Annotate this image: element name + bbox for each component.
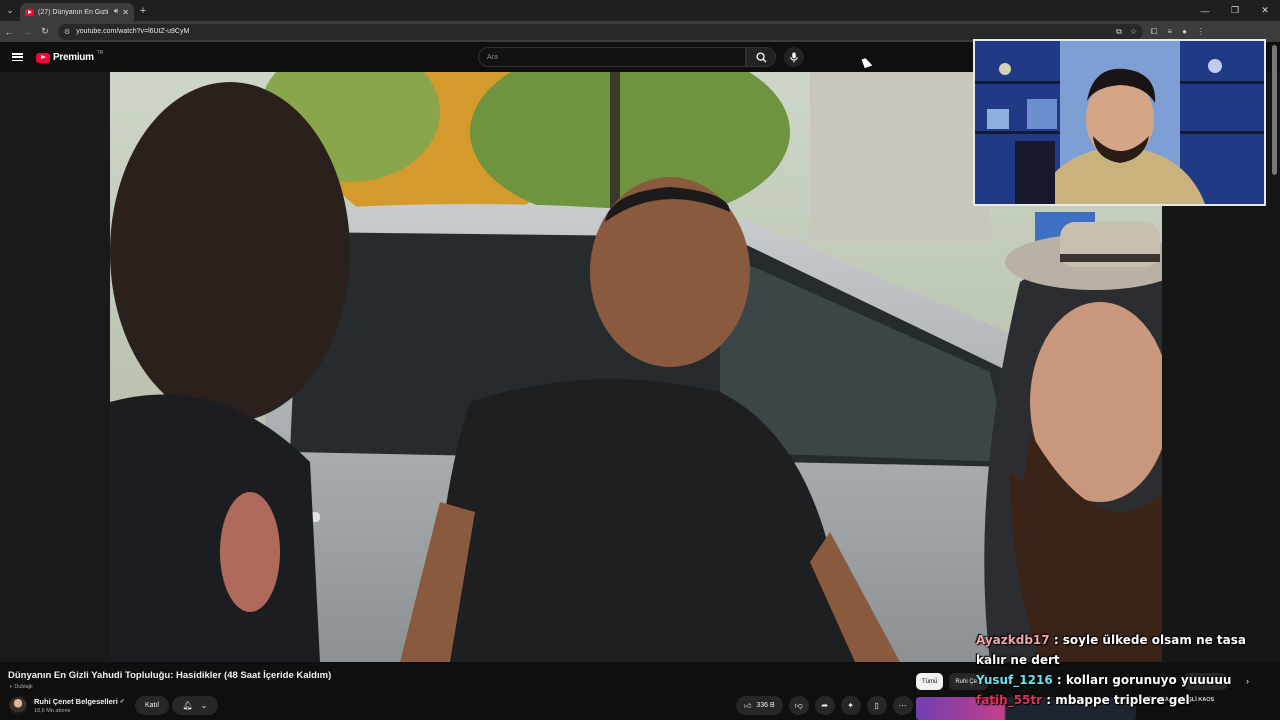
chat-message: Yusuf_1216 : kolları gorunuyo yuuuuu <box>976 670 1276 690</box>
player-letterbox-left <box>0 72 110 662</box>
extensions-puzzle-icon[interactable]: ⧠ <box>1151 27 1157 37</box>
minimize-icon[interactable]: — <box>1190 0 1220 21</box>
forward-arrow-icon[interactable]: → <box>18 21 36 42</box>
reload-icon[interactable]: ↻ <box>36 21 54 42</box>
tab-search-chevron-icon[interactable]: ⌄ <box>0 0 20 21</box>
save-button[interactable]: ▯ <box>866 696 887 715</box>
back-arrow-icon[interactable]: ← <box>0 21 18 42</box>
stream-chat-overlay: Ayazkdb17 : soyle ülkede olsam ne tasa k… <box>976 630 1276 710</box>
thumbs-down-icon: 👎︎ <box>794 700 803 710</box>
chat-username: Ayazkdb17 <box>976 633 1050 647</box>
chat-username: Yusuf_1216 <box>976 673 1053 687</box>
window-controls: — ❐ ✕ <box>1190 0 1280 21</box>
browser-tab-bar: ⌄ (27) Dünyanın En Gizli Yahu... 🔊︎ ✕ + … <box>0 0 1280 21</box>
channel-name: Ruhi Çenet Belgeselleri <box>34 697 118 706</box>
extensions-area: ⧠ ≡ ● ⋮ <box>1151 27 1205 37</box>
youtube-favicon-icon <box>25 8 34 16</box>
dubbed-label: Dublajlı <box>14 684 33 690</box>
channel-name-link[interactable]: Ruhi Çenet Belgeselleri ✔︎ <box>34 697 125 706</box>
restore-icon[interactable]: ❐ <box>1220 0 1250 21</box>
logo-text: Premium <box>53 52 94 63</box>
search-icon <box>755 51 767 63</box>
ask-ai-button[interactable]: ✦ <box>840 696 861 715</box>
channel-avatar[interactable] <box>9 697 27 715</box>
tab-title: (27) Dünyanın En Gizli Yahu... <box>38 8 110 16</box>
like-count: 336 B <box>756 702 775 709</box>
youtube-logo-icon <box>36 52 50 63</box>
screen: ⌄ (27) Dünyanın En Gizli Yahu... 🔊︎ ✕ + … <box>0 0 1280 720</box>
chat-username: fatih_55tr <box>976 693 1043 707</box>
dubbed-audio-icon: ◖ <box>9 684 13 690</box>
media-controls-icon[interactable]: ≡ <box>1167 27 1172 37</box>
streamer-webcam-image <box>975 41 1264 204</box>
more-horizontal-icon: ⋯ <box>898 701 907 710</box>
search-input[interactable]: Ara <box>478 47 746 67</box>
subscription-bell-button[interactable]: 🔔︎ ⌄ <box>172 696 218 715</box>
share-arrow-icon: ➦ <box>821 701 828 710</box>
browser-menu-icon[interactable]: ⋮ <box>1197 27 1205 37</box>
video-actions: 👍︎ 336 B 👎︎ ➦ ✦ ▯ ⋯ <box>736 696 913 715</box>
chat-message: fatih_55tr : mbappe triplere gel <box>976 690 1276 710</box>
chat-message: Ayazkdb17 : soyle ülkede olsam ne tasa k… <box>976 630 1276 670</box>
close-window-icon[interactable]: ✕ <box>1250 0 1280 21</box>
search-button[interactable] <box>746 47 776 67</box>
page-scrollbar[interactable] <box>1272 45 1277 175</box>
microphone-icon <box>790 52 798 62</box>
verified-check-icon: ✔︎ <box>119 699 125 705</box>
join-button[interactable]: Katıl <box>135 696 169 715</box>
webcam-overlay <box>973 39 1266 206</box>
dislike-button[interactable]: 👎︎ <box>788 696 809 715</box>
voice-search-button[interactable] <box>784 47 804 67</box>
profile-icon[interactable]: ● <box>1182 27 1187 37</box>
more-actions-button[interactable]: ⋯ <box>892 696 913 715</box>
bell-icon: 🔔︎ <box>182 701 193 710</box>
chevron-down-icon: ⌄ <box>200 701 208 710</box>
dubbed-tag: ◖ Dublajlı <box>9 684 33 690</box>
bookmark-icon: ▯ <box>874 701 879 710</box>
like-button[interactable]: 👍︎ 336 B <box>736 696 783 715</box>
hamburger-menu-icon[interactable] <box>12 53 23 61</box>
close-tab-icon[interactable]: ✕ <box>122 8 129 17</box>
cast-icon[interactable]: ⧉ <box>1116 27 1122 37</box>
url-text: youtube.com/watch?v=l6UtZ-u9CyM <box>76 28 190 35</box>
youtube-premium-logo[interactable]: Premium TR <box>36 49 104 63</box>
chip-all[interactable]: Tümü <box>916 673 944 690</box>
new-tab-plus-icon[interactable]: + <box>134 5 152 17</box>
browser-tab[interactable]: (27) Dünyanın En Gizli Yahu... 🔊︎ ✕ <box>20 3 134 21</box>
chat-text: : kolları gorunuyo yuuuuu <box>1056 673 1232 687</box>
address-bar[interactable]: ⚙︎ youtube.com/watch?v=l6UtZ-u9CyM ⧉ ☆ <box>58 23 1143 40</box>
address-bar-actions: ⧉ ☆ <box>1116 27 1137 37</box>
speaker-icon[interactable]: 🔊︎ <box>114 8 118 16</box>
sparkle-icon: ✦ <box>847 701 854 710</box>
video-title: Dünyanın En Gizli Yahudi Topluluğu: Hasi… <box>8 670 332 681</box>
site-info-icon[interactable]: ⚙︎ <box>64 28 70 36</box>
logo-region: TR <box>96 49 104 56</box>
chat-text: : mbappe triplere gel <box>1046 693 1190 707</box>
share-button[interactable]: ➦ <box>814 696 835 715</box>
bookmark-star-icon[interactable]: ☆ <box>1130 27 1137 37</box>
thumbs-up-icon: 👍︎ <box>744 703 752 710</box>
subscriber-count: 18,6 Mn abone <box>34 708 71 714</box>
